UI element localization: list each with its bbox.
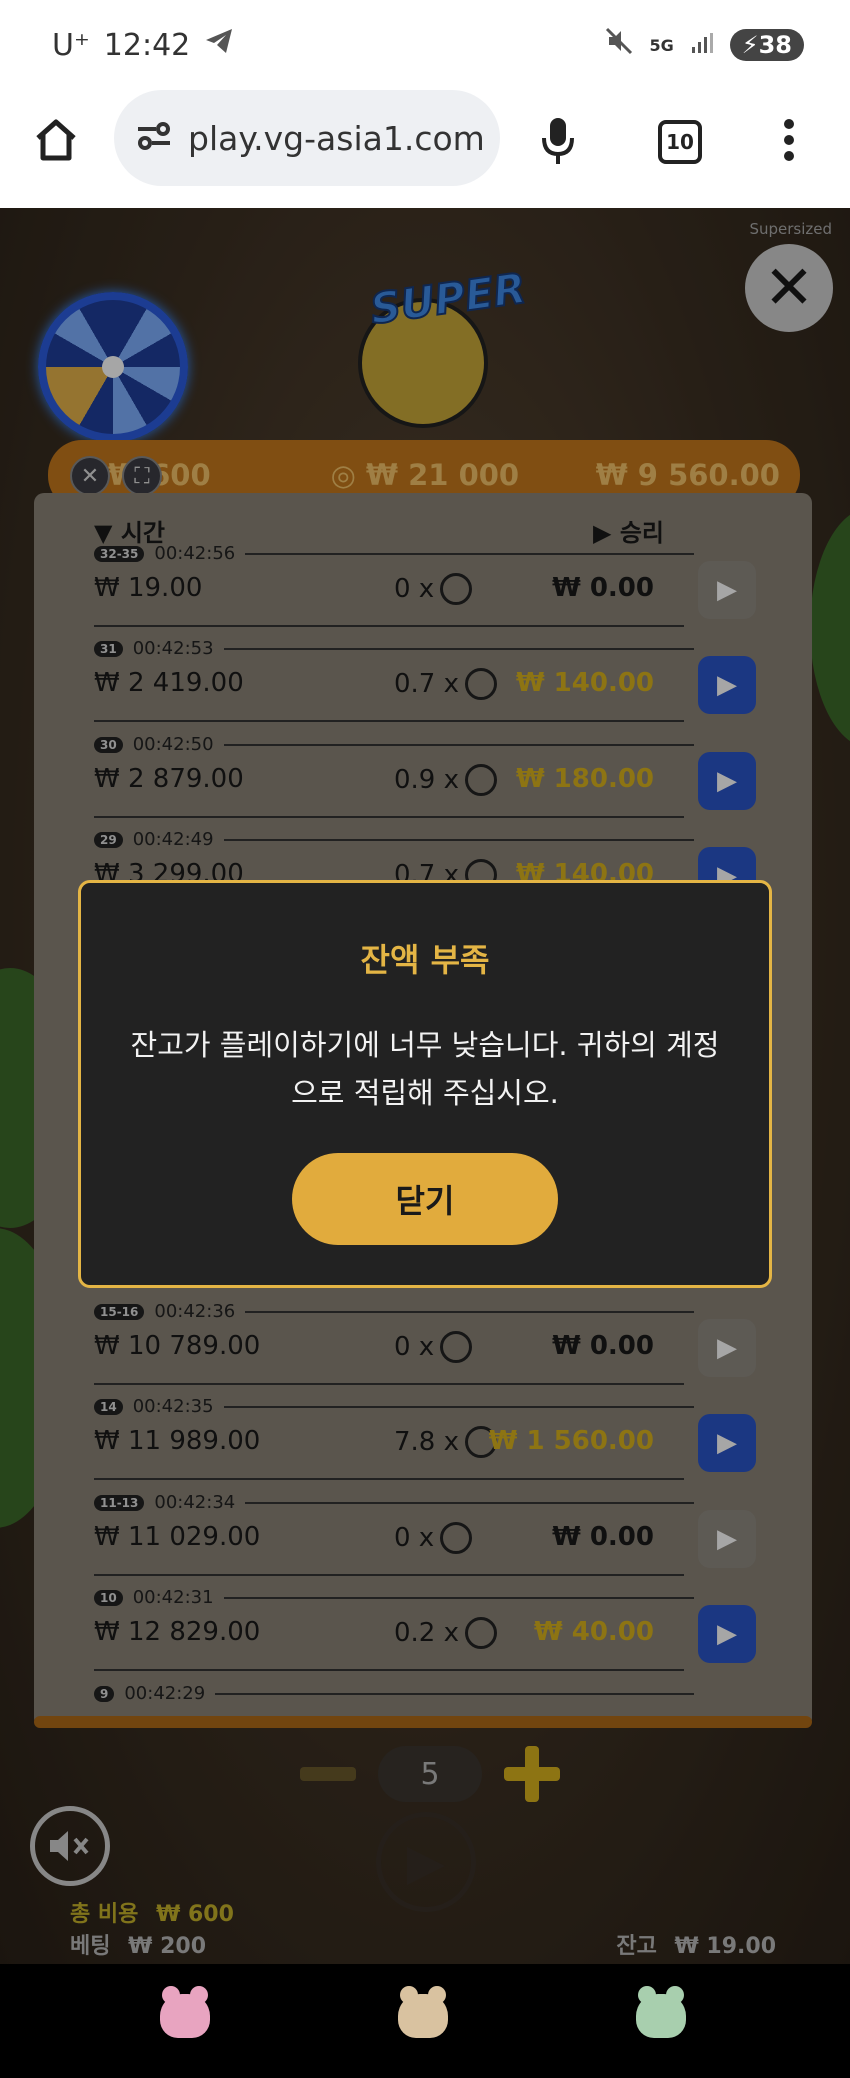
- recent-apps-frog-icon[interactable]: [160, 1986, 210, 2038]
- microphone-icon[interactable]: [538, 116, 578, 170]
- clock: 12:42: [103, 27, 191, 63]
- back-frog-icon[interactable]: [636, 1986, 686, 2038]
- network-type: 5G: [649, 35, 674, 55]
- signal-icon: [690, 28, 714, 63]
- home-frog-icon[interactable]: [398, 1986, 448, 2038]
- mute-status-icon: [605, 27, 633, 63]
- dialog-close-button[interactable]: 닫기: [292, 1153, 558, 1245]
- insufficient-balance-dialog: 잔액 부족 잔고가 플레이하기에 너무 낮습니다. 귀하의 계정으로 적립해 주…: [78, 880, 772, 1288]
- address-field[interactable]: play.vg-asia1.com: [114, 90, 500, 186]
- battery-indicator: ⚡38: [729, 29, 804, 61]
- navigation-bar: [0, 1964, 850, 2078]
- dialog-title: 잔액 부족: [360, 941, 490, 979]
- browser-toolbar: play.vg-asia1.com 10: [0, 90, 850, 208]
- battery-level: 38: [758, 31, 792, 59]
- url-text: play.vg-asia1.com: [188, 118, 485, 158]
- telegram-icon: [204, 27, 234, 63]
- site-settings-icon[interactable]: [136, 121, 172, 155]
- more-options-icon[interactable]: [782, 118, 796, 166]
- status-bar: U⁺ 12:42 5G ⚡38: [0, 0, 850, 90]
- home-icon[interactable]: [32, 116, 80, 168]
- tab-switcher-button[interactable]: 10: [658, 120, 702, 164]
- carrier-label: U⁺: [52, 27, 90, 63]
- dialog-message: 잔고가 플레이하기에 너무 낮습니다. 귀하의 계정으로 적립해 주십시오.: [130, 1028, 720, 1110]
